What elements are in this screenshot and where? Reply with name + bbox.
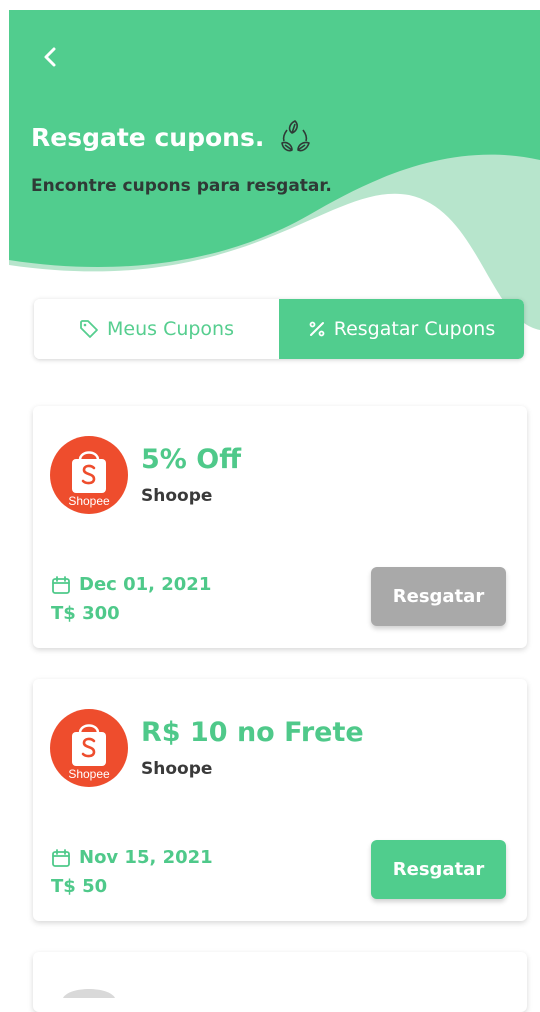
percent-icon (309, 321, 325, 337)
expiry-date: Dec 01, 2021 (51, 574, 211, 595)
logo-wordmark: Shopee (68, 767, 110, 781)
coupon-tabs: Meus Cupons Resgatar Cupons (34, 299, 524, 359)
coupon-card-partial[interactable] (33, 952, 527, 1012)
coupon-title: R$ 10 no Frete (141, 717, 364, 748)
coupon-card[interactable]: Shopee R$ 10 no Frete Shoope Nov 15, 202… (33, 679, 527, 921)
calendar-icon (52, 575, 70, 594)
coupon-price: T$ 300 (51, 603, 120, 624)
tab-resgatar-cupons[interactable]: Resgatar Cupons (279, 299, 524, 359)
tab-label: Resgatar Cupons (333, 318, 496, 340)
coupon-title: 5% Off (141, 444, 242, 475)
chevron-left-icon (44, 47, 56, 67)
redeem-button[interactable]: Resgatar (371, 840, 506, 899)
store-name: Shoope (141, 486, 213, 506)
tag-icon (80, 320, 98, 338)
back-button[interactable] (35, 42, 65, 72)
coupon-card[interactable]: Shopee 5% Off Shoope Dec 01, 2021 T$ 300… (33, 406, 527, 648)
calendar-icon (52, 848, 70, 867)
coupon-price: T$ 50 (51, 876, 108, 897)
page-subtitle: Encontre cupons para resgatar. (31, 176, 332, 196)
date-text: Dec 01, 2021 (79, 574, 212, 595)
logo-wordmark: Shopee (68, 494, 110, 508)
tab-label: Meus Cupons (107, 318, 234, 340)
shopee-logo: Shopee (50, 436, 128, 514)
date-text: Nov 15, 2021 (79, 847, 213, 868)
shopee-logo: Shopee (50, 709, 128, 787)
title-row: Resgate cupons. (31, 118, 314, 156)
expiry-date: Nov 15, 2021 (51, 847, 213, 868)
header: Resgate cupons. Encontre cupons para res… (9, 10, 540, 330)
header-wave-background (9, 10, 540, 330)
redeem-button[interactable]: Resgatar (371, 567, 506, 626)
recycle-leaves-icon (281, 120, 311, 152)
store-name: Shoope (141, 759, 213, 779)
page-title: Resgate cupons. (31, 122, 265, 152)
tab-meus-cupons[interactable]: Meus Cupons (34, 299, 279, 359)
logo-partial (63, 989, 115, 998)
